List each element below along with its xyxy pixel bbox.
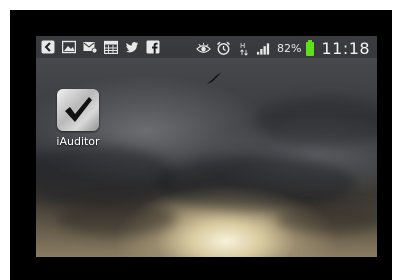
data-transfer-icon: H [236, 41, 251, 56]
wallpaper-cloud [156, 156, 356, 211]
messaging-notification-icon [82, 39, 97, 54]
back-arrow-notification-icon [40, 39, 55, 54]
wallpaper-cloud [256, 96, 377, 146]
status-bar[interactable]: H 82% 11:18 [36, 36, 377, 58]
system-icons: H 82% 11:18 [196, 39, 370, 58]
battery-percentage: 82% [277, 42, 302, 55]
checkmark-icon [65, 97, 92, 122]
battery-icon [306, 39, 315, 56]
smart-stay-eye-icon [196, 41, 211, 56]
facebook-icon [145, 39, 160, 54]
alarm-icon [216, 41, 231, 56]
iauditor-app-shortcut[interactable]: iAuditor [47, 89, 109, 148]
svg-text:H: H [240, 42, 245, 50]
twitter-icon [124, 39, 139, 54]
app-label: iAuditor [56, 135, 100, 148]
bird-silhouette [207, 73, 221, 84]
wallpaper-cloud [36, 146, 176, 206]
wallpaper-cloud [56, 201, 176, 236]
wallpaper-cloud [276, 204, 377, 234]
image-notification-icon [61, 39, 76, 54]
iauditor-app-icon[interactable] [57, 89, 99, 131]
notification-icons [40, 39, 160, 54]
signal-icon [256, 41, 271, 56]
calendar-notification-icon [103, 39, 118, 54]
home-screen[interactable]: H 82% 11:18 iAuditor [36, 36, 377, 257]
photo-frame: H 82% 11:18 iAuditor [0, 0, 398, 280]
status-bar-clock: 11:18 [321, 39, 371, 58]
